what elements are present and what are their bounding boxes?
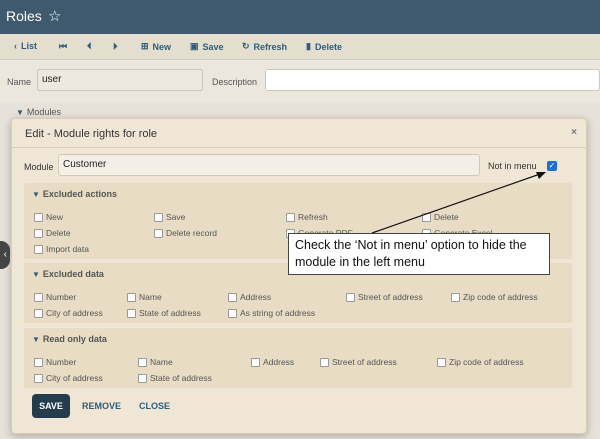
callout-arrow-head [536, 172, 546, 179]
callout-arrow-line [371, 173, 541, 234]
callout-arrow [371, 172, 546, 234]
